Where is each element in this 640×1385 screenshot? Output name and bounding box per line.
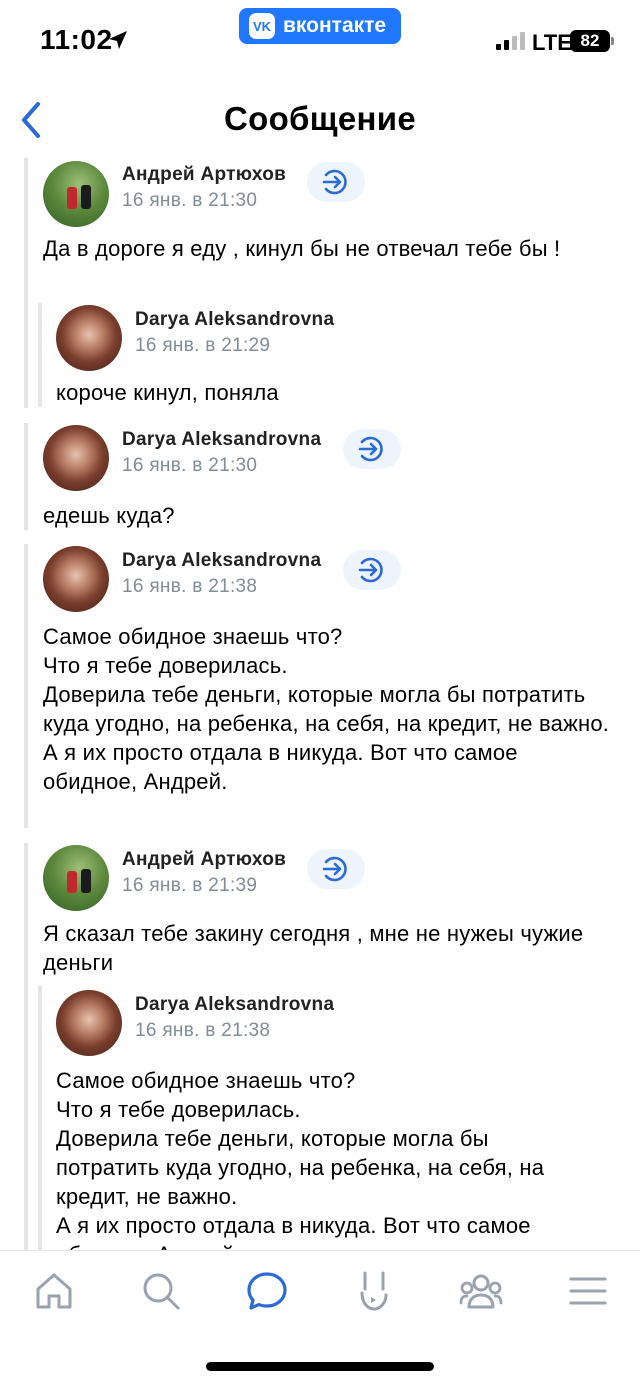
forward-icon (358, 557, 383, 583)
battery-icon: 82 (570, 30, 610, 52)
message-date: 16 янв. в 21:39 (122, 875, 258, 896)
vk-app-banner[interactable]: VK вконтакте (239, 8, 401, 44)
quoted-text: Самое обидное знаешь что? Что я тебе дов… (56, 1068, 545, 1250)
message-author[interactable]: Darya Aleksandrovna (122, 429, 321, 451)
forward-button[interactable] (343, 429, 401, 469)
home-icon[interactable] (32, 1269, 76, 1313)
quoted-message[interactable]: Darya Aleksandrovna 16 янв. в 21:29 коро… (38, 303, 598, 407)
message-author[interactable]: Darya Aleksandrovna (122, 550, 321, 572)
status-bar: 11:02 VK вконтакте LTE 82 (0, 0, 640, 80)
quoted-date: 16 янв. в 21:29 (135, 335, 271, 356)
forward-icon (322, 169, 347, 195)
message: Darya Aleksandrovna 16 янв. в 21:38 Само… (24, 544, 624, 828)
forward-button[interactable] (307, 849, 365, 889)
location-arrow-icon (109, 31, 127, 49)
search-icon[interactable] (139, 1269, 183, 1313)
forward-icon (322, 856, 347, 882)
clips-icon[interactable] (352, 1269, 396, 1313)
quoted-author: Darya Aleksandrovna (135, 994, 335, 1015)
avatar[interactable] (43, 845, 109, 911)
vk-app-name: вконтакте (283, 14, 387, 37)
avatar (56, 990, 122, 1056)
forward-button[interactable] (307, 162, 365, 202)
messages-icon[interactable] (245, 1269, 289, 1313)
message-author[interactable]: Андрей Артюхов (122, 164, 286, 186)
message: Darya Aleksandrovna 16 янв. в 21:30 едеш… (24, 423, 624, 530)
cellular-signal-icon (496, 32, 525, 50)
battery-tip (611, 37, 614, 45)
forward-button[interactable] (343, 550, 401, 590)
avatar[interactable] (43, 546, 109, 612)
network-type: LTE (532, 30, 572, 55)
message-text: Самое обидное знаешь что? Что я тебе дов… (43, 624, 610, 794)
message-date: 16 янв. в 21:30 (122, 190, 258, 211)
quoted-message[interactable]: Darya Aleksandrovna 16 янв. в 21:38 Само… (38, 986, 598, 1250)
vk-logo-icon: VK (249, 13, 275, 39)
page-title: Сообщение (224, 100, 416, 137)
message-text: Да в дороге я еду , кинул бы не отвечал … (43, 236, 561, 261)
message-text: Я сказал тебе закину сегодня , мне не ну… (43, 921, 584, 975)
quoted-author: Darya Aleksandrovna (135, 309, 335, 330)
avatar (56, 305, 122, 371)
home-indicator[interactable] (206, 1362, 434, 1371)
message-text: едешь куда? (43, 503, 175, 528)
message-date: 16 янв. в 21:38 (122, 576, 258, 597)
message-author[interactable]: Андрей Артюхов (122, 849, 286, 871)
message-thread[interactable]: Андрей Артюхов 16 янв. в 21:30 Да в доро… (0, 158, 640, 1250)
status-time: 11:02 (40, 24, 113, 55)
menu-icon[interactable] (566, 1269, 610, 1313)
quoted-text: короче кинул, поняла (56, 380, 279, 405)
avatar[interactable] (43, 161, 109, 227)
quoted-date: 16 янв. в 21:38 (135, 1020, 271, 1041)
friends-icon[interactable] (459, 1269, 503, 1313)
forward-icon (358, 436, 383, 462)
message-date: 16 янв. в 21:30 (122, 455, 258, 476)
avatar[interactable] (43, 425, 109, 491)
